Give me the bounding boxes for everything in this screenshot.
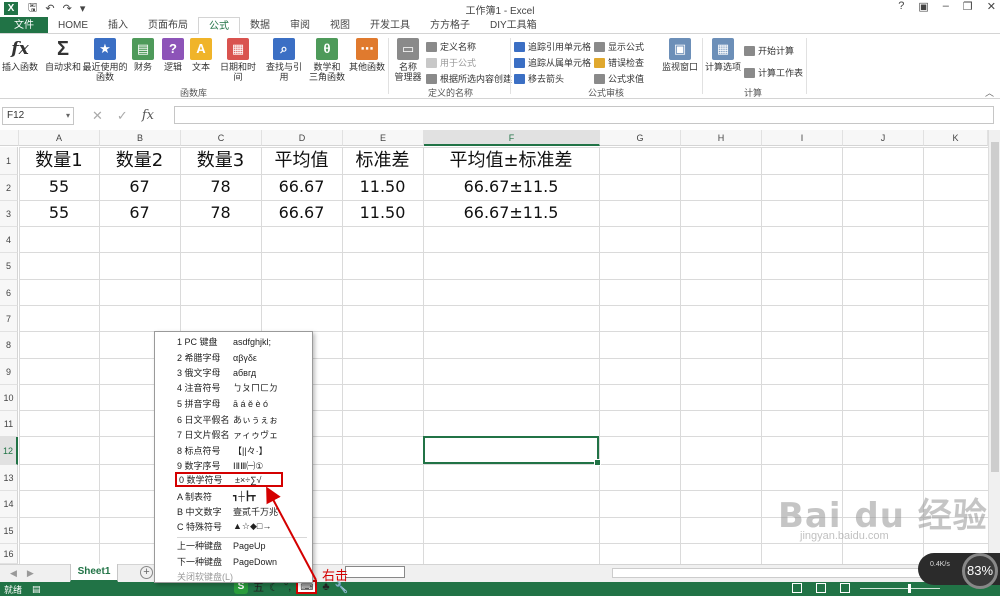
network-rate: 0.4K/s [930, 561, 950, 568]
ime-status-box [345, 566, 405, 578]
annotation-right-click: 右击 [322, 569, 349, 584]
speed-percent[interactable]: 83% [962, 553, 998, 589]
baidu-watermark-url: jingyan.baidu.com [800, 530, 889, 542]
